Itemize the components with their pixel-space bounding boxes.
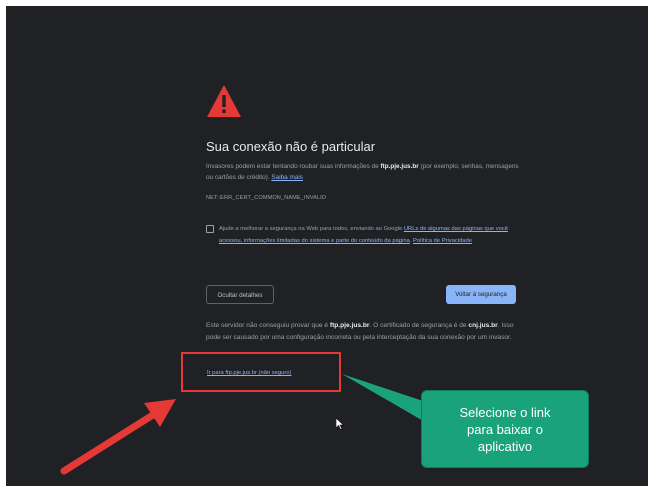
description-text: Invasores podem estar tentando roubar su… (206, 163, 381, 170)
checkbox-text: Ajude a melhorar a segurança na Web para… (219, 226, 404, 232)
back-to-safety-button[interactable]: Voltar à segurança (446, 285, 516, 304)
page-title: Sua conexão não é particular (206, 139, 376, 154)
improve-security-checkbox[interactable] (206, 225, 214, 233)
highlight-box (181, 352, 341, 392)
details-text-1: Este servidor não conseguiu provar que é (206, 322, 330, 329)
error-description: Invasores podem estar tentando roubar su… (206, 161, 524, 183)
privacy-policy-link[interactable]: Política de Privacidade (413, 238, 472, 244)
mouse-cursor-icon (336, 418, 344, 430)
browser-viewport: Sua conexão não é particular Invasores p… (6, 6, 648, 486)
warning-triangle-icon (207, 85, 241, 117)
checkbox-label: Ajude a melhorar a segurança na Web para… (219, 223, 525, 247)
callout-line-1: Selecione o link (459, 405, 551, 420)
callout-pointer (342, 374, 432, 426)
hide-details-button[interactable]: Ocultar detalhes (206, 285, 274, 304)
details-host: ftp.pje.jus.br (329, 322, 370, 329)
red-arrow-icon (60, 399, 176, 475)
details-text: Este servidor não conseguiu provar que é… (206, 320, 528, 344)
learn-more-link[interactable]: Saiba mais (271, 174, 303, 181)
details-text-2: . O certificado de segurança é de (369, 322, 469, 329)
details-cert-host: cnj.jus.br (468, 322, 498, 329)
callout-text: Selecione o link para baixar o aplicativ… (422, 404, 588, 455)
callout-line-3: aplicativo (477, 439, 533, 454)
description-host: ftp.pje.jus.br (380, 163, 419, 170)
error-code: NET::ERR_CERT_COMMON_NAME_INVALID (206, 195, 326, 201)
instruction-callout: Selecione o link para baixar o aplicativ… (421, 390, 589, 468)
callout-line-2: para baixar o (467, 422, 543, 437)
